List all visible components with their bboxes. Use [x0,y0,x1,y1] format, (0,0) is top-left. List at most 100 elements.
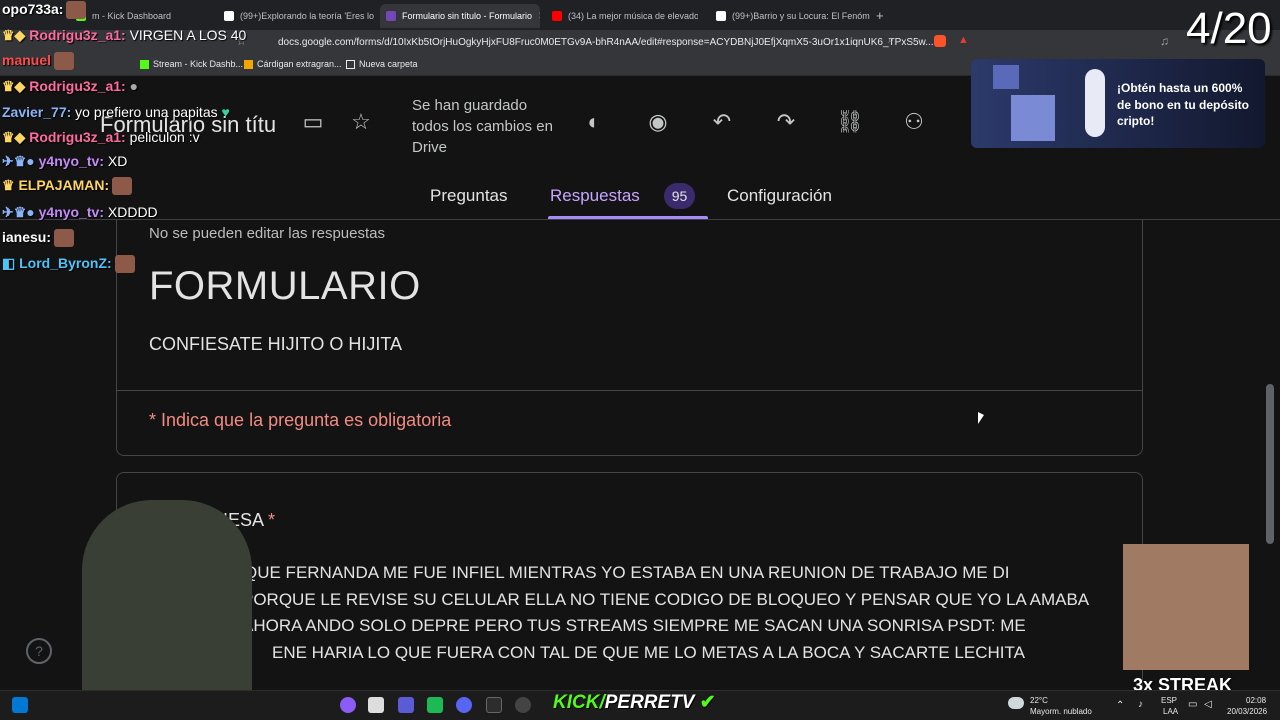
chat-text: XD [107,153,128,169]
url-field[interactable]: docs.google.com/forms/d/10IxKb5tOrjHuOgk… [278,34,948,51]
chat-message: Zavier_77: yo prefiero una papitas ♥ [2,104,230,120]
card-divider [117,390,1142,391]
terminal-icon[interactable] [486,697,502,713]
tab-google-forms[interactable]: Formulario sin título - Formulario ✕ [380,4,540,28]
chat-user: ianesu: [2,229,52,245]
volume-icon[interactable]: ◁ [1204,699,1212,710]
chat-message: ✈♛● y4nyo_tv: XD [2,153,127,170]
emote-icon [54,229,75,248]
tab-tiktok-2[interactable]: (99+)Barrio y su Locura: El Fenómeno [710,4,870,28]
kick-channel: PERRETV [604,692,695,713]
star-icon[interactable]: ☆ [346,108,376,136]
tab-youtube[interactable]: (34) La mejor música de elevador [546,4,698,28]
badge-icon: ♛◆ [2,78,26,94]
kick-brand: KICK/ [553,692,605,713]
ad-text: ¡Obtén hasta un 600% de bono en tu depós… [1117,81,1249,128]
badge-icon: ♛ [2,177,15,193]
active-tab-indicator [548,216,708,219]
stream-chat: opo733a: ♛◆ Rodrigu3z_a1: VIRGEN A LOS 4… [0,0,300,280]
webcam-feed [82,500,252,720]
tab-questions[interactable]: Preguntas [430,186,508,206]
obs-icon[interactable] [515,697,531,713]
app-icon[interactable] [340,697,356,713]
chat-user: y4nyo_tv: [38,204,104,220]
gift-icon [993,65,1019,89]
close-tab-icon[interactable]: ✕ [538,11,540,22]
answer-line: AHORA ANDO SOLO DEPRE PERO TUS STREAMS S… [242,616,1026,635]
meme-image [1123,544,1249,670]
chat-message: manuel [2,52,75,71]
scrollbar-thumb[interactable] [1266,384,1274,544]
chat-user: ELPAJAMAN: [18,177,110,193]
weather-temp[interactable]: 22°C [1030,696,1048,705]
tab-label: (99+)Barrio y su Locura: El Fenómeno [732,11,870,21]
redo-icon[interactable]: ↷ [771,108,801,136]
emote-icon [54,52,75,71]
add-collaborator-icon[interactable]: ⚇ [899,108,929,136]
badge-icon: ◧ [2,255,16,271]
bookmark-folder[interactable]: Nueva carpeta [346,59,418,69]
chat-message: ♛◆ Rodrigu3z_a1: peliculon :v [2,129,200,146]
heart-icon: ♥ [221,104,230,120]
answer-text: QUE FERNANDA ME FUE INFIEL MIENTRAS YO E… [212,560,1112,666]
chat-message: ♛◆ Rodrigu3z_a1: ● [2,78,138,95]
weather-icon [1008,697,1024,709]
chat-user: y4nyo_tv: [38,153,104,169]
verified-icon: ✔ [699,692,716,713]
badge-icon: ✈♛● [2,204,35,220]
badge-icon: ♛◆ [2,129,26,145]
new-tab-icon[interactable]: + [876,8,884,23]
answer-line: QUE FERNANDA ME FUE INFIEL MIENTRAS YO E… [244,563,1010,582]
required-mark: * [268,510,276,530]
tiktok-icon [716,11,726,21]
app-icon[interactable] [427,697,443,713]
undo-icon[interactable]: ↶ [707,108,737,136]
tray-chevron-icon[interactable]: ⌃ [1116,700,1124,711]
chat-message: opo733a: [2,1,87,20]
chat-message: ianesu: [2,229,75,248]
language-indicator[interactable]: ESP [1161,696,1177,705]
form-description: CONFIESATE HIJITO O HIJITA [149,334,403,354]
chat-user: Rodrigu3z_a1: [29,78,126,94]
chat-user: Rodrigu3z_a1: [29,27,126,43]
tab-label: (34) La mejor música de elevador [568,11,698,21]
media-icon[interactable]: ♫ [1160,34,1169,48]
link-icon[interactable]: ⛓ [835,108,865,136]
chat-message: ◧ Lord_ByronZ: [2,255,135,274]
app-icon[interactable] [398,697,414,713]
microphone-icon[interactable]: ♪ [1138,699,1143,710]
app-icon[interactable] [368,697,384,713]
tab-label: Formulario sin título - Formulario [402,11,533,21]
palette-icon[interactable]: ◐ [579,108,609,136]
required-notice: * Indica que la pregunta es obligatoria [149,410,452,430]
kick-channel-banner: KICK/PERRETV ✔ [553,691,716,714]
badge-icon: ✈♛● [2,153,35,169]
brave-shield-icon[interactable] [934,35,946,47]
clock-time[interactable]: 02:08 [1246,696,1266,705]
emote-icon: ● [129,78,139,94]
network-icon[interactable]: ▭ [1188,699,1197,710]
badge-icon: ♛◆ [2,27,26,43]
chat-user: Lord_ByronZ: [19,255,112,271]
bookmark-label: Nueva carpeta [359,59,418,69]
windows-start-icon[interactable] [12,697,28,713]
mouse-cursor-icon [978,412,984,424]
chat-text: XDDDD [107,204,158,220]
help-icon[interactable]: ? [26,638,52,664]
discord-icon[interactable] [456,697,472,713]
tab-settings[interactable]: Configuración [727,186,832,206]
saved-status: Se han guardado todos los cambios en Dri… [412,97,553,156]
zoom-icon[interactable]: ⌕ [888,34,894,47]
phone-icon [1085,69,1105,137]
answer-line: PORQUE LE REVISE SU CELULAR ELLA NO TIEN… [242,589,1090,609]
tab-responses[interactable]: Respuestas [550,186,640,206]
folder-icon [346,59,355,69]
chat-user: opo733a: [2,1,64,17]
clock-date[interactable]: 20/03/2026 [1227,707,1267,716]
brave-rewards-icon[interactable]: ▲ [958,34,969,46]
preview-eye-icon[interactable]: ◉ [643,108,673,136]
emote-icon [112,177,133,196]
weather-desc[interactable]: Mayorm. nublado [1030,707,1092,716]
folder-icon[interactable]: ▭ [298,108,328,136]
chat-text: VIRGEN A LOS 40 [129,27,247,43]
